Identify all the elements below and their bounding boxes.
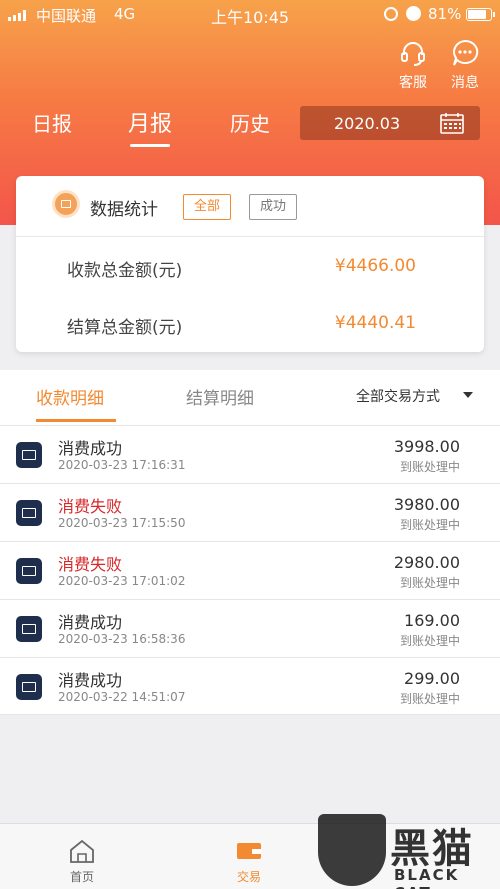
received-total-label: 收款总金额(元) [67, 261, 183, 281]
chat-bubble-icon [453, 39, 479, 66]
home-icon [70, 839, 94, 863]
transaction-row[interactable]: 消费成功 2020-03-22 14:51:07 299.00 到账处理中 [0, 657, 500, 715]
customer-service-label: 客服 [399, 75, 427, 91]
month-picker[interactable]: 2020.03 [300, 106, 480, 140]
detail-tabs: 收款明细 结算明细 全部交易方式 [0, 370, 500, 425]
clock: 上午10:45 [210, 8, 290, 27]
transaction-status: 到账处理中 [399, 576, 460, 590]
nav-trade[interactable]: 交易 [219, 838, 279, 885]
alarm-icon [406, 6, 421, 21]
transaction-name: 消费失败 [58, 555, 123, 574]
transaction-name: 消费失败 [58, 497, 123, 516]
transaction-amount: 3998.00 [393, 437, 460, 456]
transaction-status: 到账处理中 [399, 518, 460, 532]
nav-home[interactable]: 首页 [52, 838, 112, 885]
transaction-amount: 3980.00 [393, 495, 460, 514]
settled-total-label: 结算总金额(元) [67, 318, 183, 338]
nav-trade-label: 交易 [236, 870, 261, 884]
transaction-name: 消费成功 [58, 671, 123, 690]
month-picker-value: 2020.03 [334, 114, 401, 133]
transaction-amount: 2980.00 [393, 553, 460, 572]
dropdown-arrow-icon[interactable] [463, 392, 473, 398]
bank-card-icon [16, 442, 42, 468]
transaction-time: 2020-03-23 16:58:36 [58, 632, 186, 646]
bank-card-icon [16, 500, 42, 526]
bank-card-icon [16, 558, 42, 584]
calendar-icon [440, 113, 464, 134]
transaction-name: 消费成功 [58, 439, 123, 458]
battery-percent: 81% [428, 5, 462, 23]
tab-monthly[interactable]: 月报 [128, 106, 172, 138]
battery-icon [466, 8, 495, 21]
messages-label: 消息 [451, 75, 479, 91]
bank-card-icon [16, 616, 42, 642]
transaction-time: 2020-03-23 17:16:31 [58, 458, 186, 472]
payment-method-filter[interactable]: 全部交易方式 [356, 386, 440, 406]
tab-history[interactable]: 历史 [230, 108, 270, 137]
stats-title: 数据统计 [90, 200, 158, 220]
transaction-name: 消费成功 [58, 613, 123, 632]
transaction-time: 2020-03-23 17:15:50 [58, 516, 186, 530]
transaction-row[interactable]: 消费失败 2020-03-23 17:01:02 2980.00 到账处理中 [0, 541, 500, 599]
rotation-lock-icon [384, 7, 398, 21]
black-cat-watermark: 黑猫 BLACK CAT [318, 812, 500, 889]
filter-success-button[interactable]: 成功 [249, 194, 298, 220]
messages-button[interactable]: 消息 [443, 38, 487, 92]
transaction-status: 到账处理中 [399, 692, 460, 706]
transaction-time: 2020-03-22 14:51:07 [58, 690, 186, 704]
filter-all-button[interactable]: 全部 [183, 194, 232, 220]
tab-settlement-details[interactable]: 结算明细 [186, 384, 254, 409]
transaction-time: 2020-03-23 17:01:02 [58, 574, 186, 588]
received-total-value: ¥4466.00 [334, 256, 416, 276]
cat-logo-icon [318, 814, 386, 886]
nav-home-label: 首页 [69, 870, 94, 884]
card-divider [16, 236, 484, 237]
bank-card-icon [16, 674, 42, 700]
customer-service-button[interactable]: 客服 [391, 38, 435, 92]
transaction-amount: 169.00 [404, 611, 460, 630]
active-tab-indicator [130, 144, 170, 147]
stats-card: 数据统计 全部 成功 收款总金额(元) ¥4466.00 结算总金额(元) ¥4… [16, 176, 484, 352]
headset-icon [401, 42, 425, 66]
transaction-row[interactable]: 消费成功 2020-03-23 16:58:36 169.00 到账处理中 [0, 599, 500, 657]
period-tabs: 日报 月报 历史 [0, 108, 300, 148]
transaction-status: 到账处理中 [399, 634, 460, 648]
transaction-status: 到账处理中 [399, 460, 460, 474]
detail-tab-indicator [36, 419, 116, 422]
status-bar: 中国联通 4G 上午10:45 81% [0, 0, 500, 28]
transaction-list: 消费成功 2020-03-23 17:16:31 3998.00 到账处理中 消… [0, 425, 500, 715]
transaction-row[interactable]: 消费失败 2020-03-23 17:15:50 3980.00 到账处理中 [0, 483, 500, 541]
transaction-row[interactable]: 消费成功 2020-03-23 17:16:31 3998.00 到账处理中 [0, 425, 500, 483]
tab-daily[interactable]: 日报 [32, 108, 72, 137]
tab-receipt-details[interactable]: 收款明细 [36, 384, 104, 409]
wallet-icon [237, 843, 261, 859]
watermark-en: BLACK CAT [394, 866, 460, 889]
transaction-amount: 299.00 [404, 669, 460, 688]
settled-total-value: ¥4440.41 [334, 313, 416, 333]
stats-icon [52, 190, 80, 218]
